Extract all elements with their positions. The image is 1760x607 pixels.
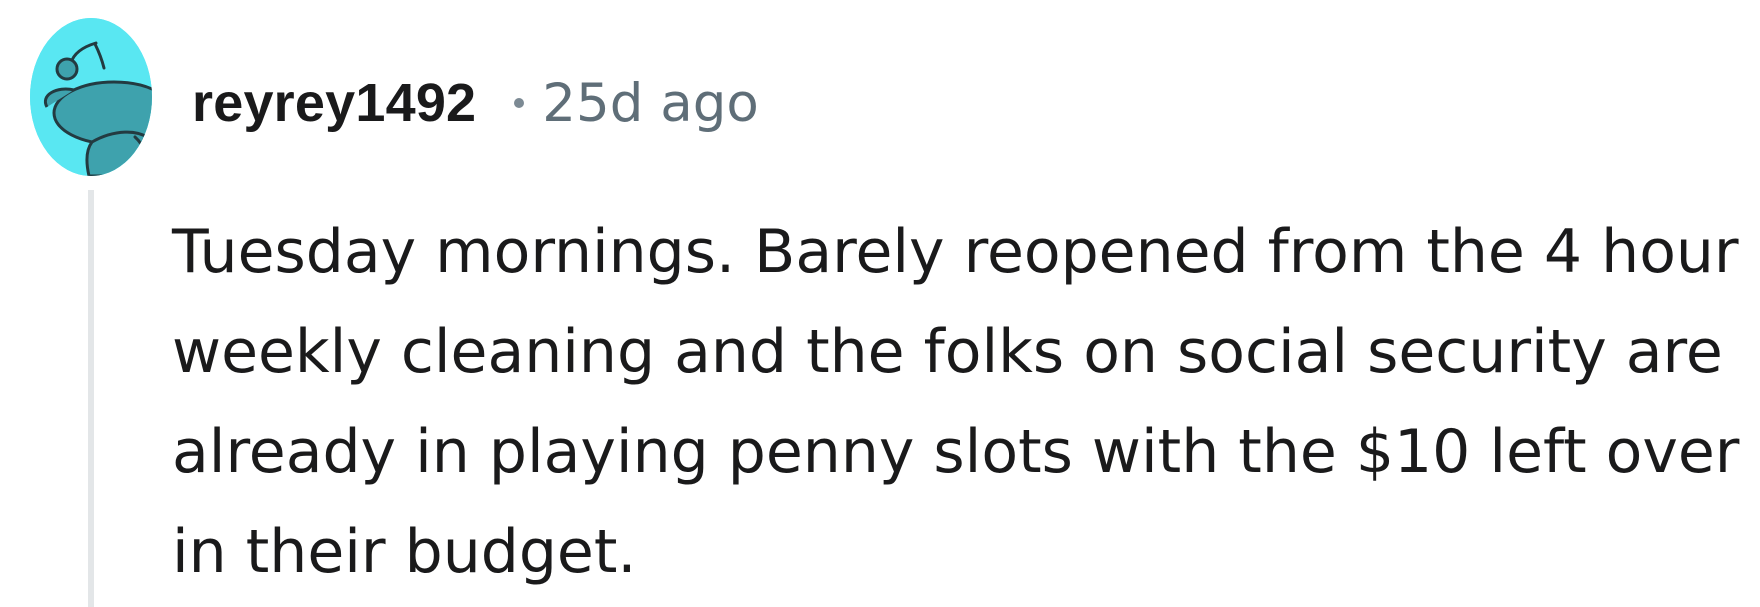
reddit-snoo-icon [30, 18, 152, 176]
comment-meta: reyrey1492 25d ago [192, 63, 759, 143]
separator-dot [514, 98, 525, 108]
username[interactable]: reyrey1492 [192, 72, 476, 134]
timestamp: 25d ago [542, 72, 759, 134]
comment: reyrey1492 25d ago Tuesday mornings. Bar… [0, 0, 1760, 607]
comment-text: Tuesday mornings. Barely reopened from t… [172, 217, 1740, 587]
avatar[interactable] [30, 18, 152, 176]
thread-line[interactable] [88, 190, 94, 607]
